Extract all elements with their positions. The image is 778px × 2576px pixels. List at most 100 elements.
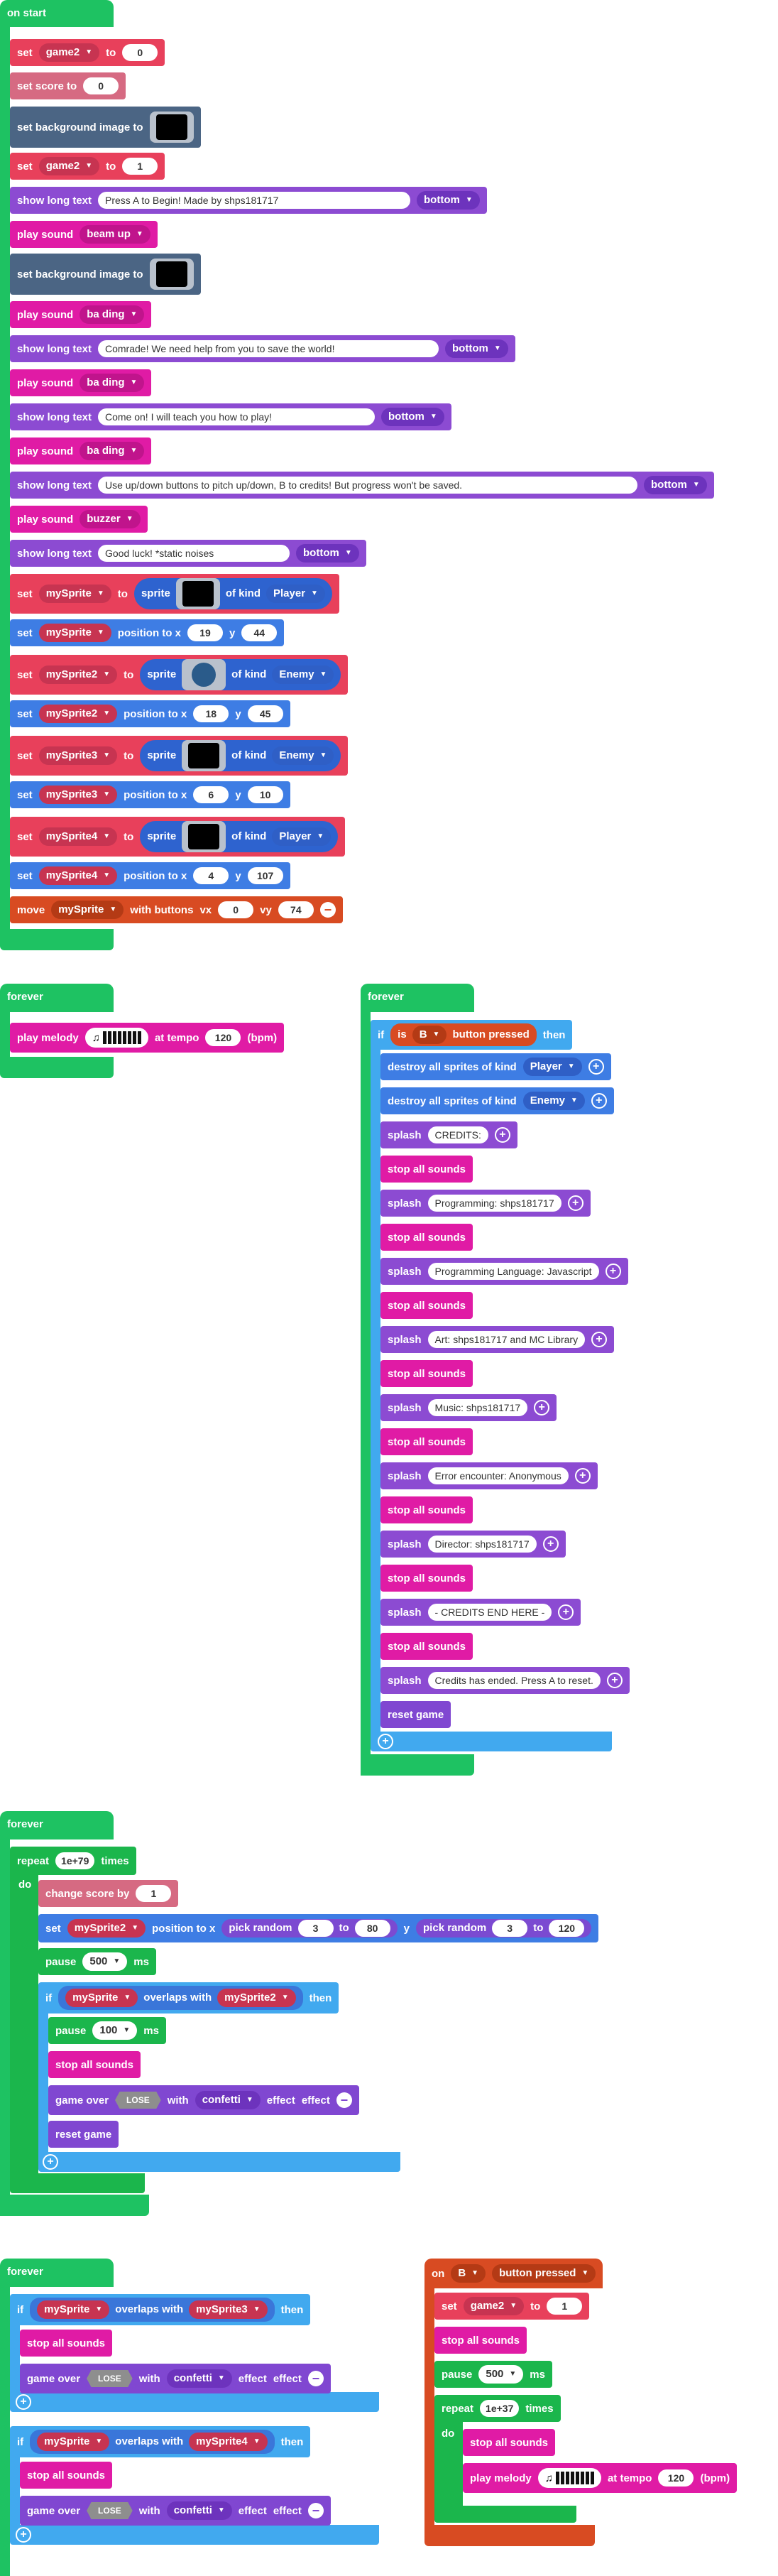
show-long-text-5[interactable]: show long text Good luck! *static noises… [10, 540, 366, 567]
set-mySprite4[interactable]: set mySprite4 ▼ to sprite of kind Player ▼ [10, 817, 346, 857]
value-input[interactable]: 1 [122, 158, 158, 175]
stop-all-sounds[interactable]: stop all sounds [380, 1292, 473, 1319]
stop-all-sounds[interactable]: stop all sounds [380, 1360, 473, 1387]
kind-dropdown[interactable]: Player ▼ [266, 585, 325, 603]
add-else-icon[interactable]: + [16, 2394, 31, 2410]
sprite-image-slot[interactable] [182, 740, 226, 771]
melody-editor[interactable]: ♫ [537, 2468, 601, 2488]
create-sprite-block[interactable]: sprite of kind Player ▼ [140, 821, 339, 852]
variable-dropdown[interactable]: mySprite ▼ [38, 624, 111, 642]
add-parameter-icon[interactable]: + [605, 1263, 621, 1279]
if-block[interactable]: if is B ▼ button pressed then [371, 1020, 573, 1050]
repeat-count-input[interactable]: 1e+37 [480, 2400, 520, 2417]
value-input[interactable]: 1 [547, 2298, 583, 2315]
variable-dropdown[interactable]: mySprite4 ▼ [38, 866, 118, 885]
sprite-image-slot[interactable] [182, 659, 226, 690]
tempo-input[interactable]: 120 [658, 2469, 694, 2487]
y-input[interactable]: 45 [247, 705, 283, 722]
create-sprite-block[interactable]: sprite of kind Enemy ▼ [140, 659, 341, 690]
game-over[interactable]: game over LOSE with confetti ▼ effect eff… [20, 2496, 331, 2526]
lose-toggle[interactable]: LOSE [87, 2502, 133, 2519]
forever-hat[interactable]: forever [361, 984, 474, 1012]
add-else-icon[interactable]: + [16, 2527, 31, 2543]
random-min-input[interactable]: 3 [492, 1920, 528, 1937]
set-background-2[interactable]: set background image to [10, 254, 201, 295]
variable-dropdown[interactable]: mySprite ▼ [65, 1989, 138, 2007]
if-overlaps[interactable]: if mySprite ▼ overlaps with mySprite2 ▼ th… [38, 1982, 339, 2013]
add-parameter-icon[interactable]: + [558, 1604, 574, 1620]
set-mySprite[interactable]: set mySprite ▼ to sprite of kind Player ▼ [10, 574, 339, 614]
variable-dropdown[interactable]: mySprite4 ▼ [189, 2433, 268, 2451]
on-button-pressed-hat[interactable]: on B ▼ button pressed ▼ [424, 2259, 603, 2288]
stop-all-sounds[interactable]: stop all sounds [20, 2462, 113, 2489]
reset-game[interactable]: reset game [380, 1701, 451, 1728]
reset-game[interactable]: reset game [48, 2121, 119, 2148]
set-mySprite3-position[interactable]: set mySprite3 ▼ position to x 6 y 10 [10, 781, 290, 808]
stop-all-sounds[interactable]: stop all sounds [380, 1224, 473, 1251]
forever-hat[interactable]: forever [0, 984, 114, 1012]
background-image-slot[interactable] [149, 259, 194, 290]
variable-dropdown[interactable]: game2 ▼ [463, 2297, 525, 2315]
variable-dropdown[interactable]: mySprite2 ▼ [67, 1919, 146, 1938]
position-dropdown[interactable]: bottom ▼ [644, 476, 707, 494]
add-parameter-icon[interactable]: + [574, 1468, 591, 1484]
if-overlaps-4[interactable]: if mySprite ▼ overlaps with mySprite4 ▼ th… [10, 2426, 311, 2457]
background-image-slot[interactable] [149, 112, 194, 143]
splash-text-input[interactable]: Art: shps181717 and MC Library [427, 1331, 586, 1348]
position-dropdown[interactable]: bottom ▼ [445, 339, 508, 358]
show-long-text-3[interactable]: show long text Come on! I will teach you… [10, 403, 451, 430]
sound-dropdown[interactable]: buzzer ▼ [80, 510, 141, 528]
kind-dropdown[interactable]: Enemy ▼ [272, 746, 334, 765]
text-input[interactable]: Press A to Begin! Made by shps181717 [98, 192, 410, 209]
x-input[interactable]: 19 [187, 624, 223, 641]
sound-dropdown[interactable]: beam up ▼ [80, 225, 150, 244]
add-else-icon[interactable]: + [378, 1734, 393, 1749]
variable-dropdown[interactable]: mySprite ▼ [51, 901, 124, 919]
stop-all-sounds[interactable]: stop all sounds [20, 2330, 113, 2357]
position-dropdown[interactable]: bottom ▼ [381, 408, 444, 426]
splash-2[interactable]: splash Programming: shps181717 + [380, 1190, 591, 1217]
overlaps-condition[interactable]: mySprite ▼ overlaps with mySprite4 ▼ [30, 2430, 275, 2454]
stop-all-sounds[interactable]: stop all sounds [380, 1428, 473, 1455]
set-background-1[interactable]: set background image to [10, 107, 201, 148]
button-dropdown[interactable]: B ▼ [412, 1026, 447, 1044]
splash-6[interactable]: splash Error encounter: Anonymous + [380, 1462, 598, 1489]
destroy-player[interactable]: destroy all sprites of kind Player ▼ + [380, 1053, 611, 1080]
overlaps-condition[interactable]: mySprite ▼ overlaps with mySprite3 ▼ [30, 2298, 275, 2322]
score-input[interactable]: 1 [136, 1885, 172, 1902]
variable-dropdown[interactable]: game2 ▼ [38, 43, 100, 62]
variable-dropdown[interactable]: mySprite2 ▼ [38, 665, 118, 684]
variable-dropdown[interactable]: mySprite ▼ [38, 585, 111, 603]
play-melody[interactable]: play melody ♫ at tempo 120 (bpm) [10, 1023, 285, 1053]
stop-all-sounds[interactable]: stop all sounds [48, 2051, 141, 2078]
splash-text-input[interactable]: Credits has ended. Press A to reset. [427, 1672, 601, 1689]
set-game2-1[interactable]: set game2 ▼ to 1 [10, 153, 165, 180]
sprite-image-slot[interactable] [182, 821, 226, 852]
remove-parameter-icon[interactable]: − [307, 2503, 324, 2518]
variable-dropdown[interactable]: mySprite3 ▼ [189, 2300, 268, 2319]
destroy-enemy[interactable]: destroy all sprites of kind Enemy ▼ + [380, 1087, 614, 1114]
set-mySprite3[interactable]: set mySprite3 ▼ to sprite of kind Enemy ▼ [10, 736, 349, 776]
remove-parameter-icon[interactable]: − [319, 902, 336, 918]
stop-all-sounds[interactable]: stop all sounds [434, 2327, 527, 2354]
stop-all-sounds[interactable]: stop all sounds [380, 1496, 473, 1523]
play-sound-5[interactable]: play sound buzzer ▼ [10, 506, 148, 533]
add-parameter-icon[interactable]: + [588, 1059, 604, 1075]
random-max-input[interactable]: 120 [549, 1920, 585, 1937]
kind-dropdown[interactable]: Enemy ▼ [522, 1092, 585, 1110]
tempo-input[interactable]: 120 [205, 1029, 241, 1046]
splash-4[interactable]: splash Art: shps181717 and MC Library + [380, 1326, 615, 1353]
splash-text-input[interactable]: Programming: shps181717 [427, 1195, 561, 1212]
pick-random-x[interactable]: pick random 3 to 80 [221, 1919, 398, 1938]
effect-dropdown[interactable]: confetti ▼ [194, 2091, 261, 2109]
pick-random-y[interactable]: pick random 3 to 120 [416, 1919, 592, 1938]
variable-dropdown[interactable]: mySprite2 ▼ [38, 705, 118, 723]
x-input[interactable]: 18 [193, 705, 229, 722]
add-parameter-icon[interactable]: + [542, 1536, 559, 1552]
variable-dropdown[interactable]: game2 ▼ [38, 157, 100, 175]
kind-dropdown[interactable]: Player ▼ [522, 1058, 582, 1076]
splash-text-input[interactable]: Error encounter: Anonymous [427, 1467, 569, 1484]
add-parameter-icon[interactable]: + [606, 1673, 623, 1688]
kind-dropdown[interactable]: Enemy ▼ [272, 665, 334, 684]
pause-block[interactable]: pause 100 ▼ ms [48, 2017, 166, 2044]
